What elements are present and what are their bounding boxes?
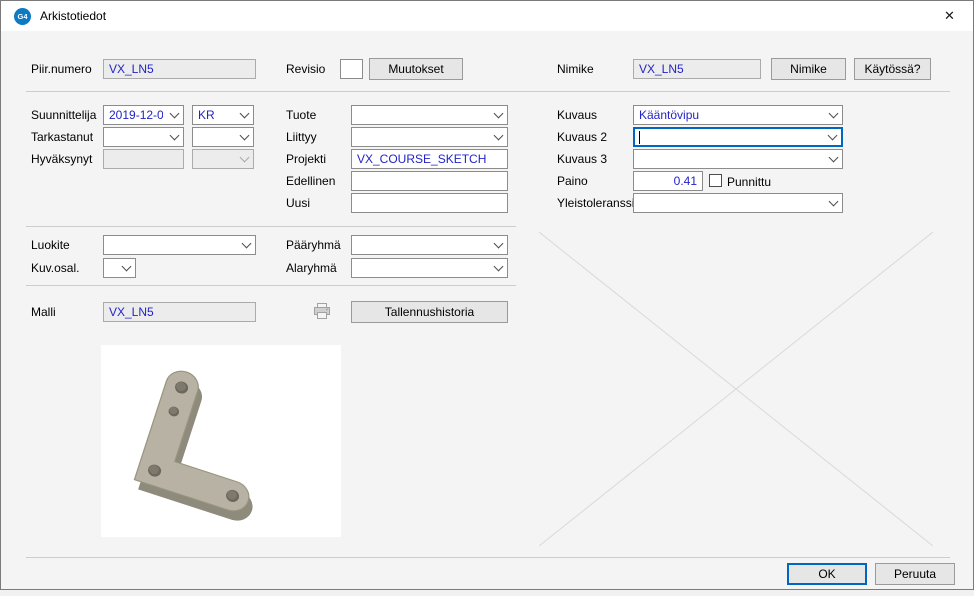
edellinen-label: Edellinen	[286, 174, 335, 188]
muutokset-button[interactable]: Muutokset	[369, 58, 463, 80]
kuvaus3-combo[interactable]	[633, 149, 843, 169]
revisio-label: Revisio	[286, 62, 325, 76]
separator	[26, 557, 950, 558]
paino-label: Paino	[557, 174, 588, 188]
ok-button[interactable]: OK	[787, 563, 867, 585]
chevron-down-icon[interactable]	[165, 106, 183, 124]
nimike-value: VX_LN5	[639, 62, 684, 76]
piir-numero-field[interactable]: VX_LN5	[103, 59, 256, 79]
suunnittelija-label: Suunnittelija	[31, 108, 96, 122]
yleistoleranssi-combo[interactable]	[633, 193, 843, 213]
preview-placeholder	[539, 232, 933, 546]
edellinen-field[interactable]	[351, 171, 508, 191]
archive-info-dialog: G4 Arkistotiedot ✕ Piir.numero VX_LN5 Re…	[0, 0, 974, 590]
paino-value: 0.41	[674, 174, 697, 188]
tarkastanut-initials-combo[interactable]	[192, 127, 254, 147]
tallennushistoria-button[interactable]: Tallennushistoria	[351, 301, 508, 323]
preview-cross-icon	[539, 232, 933, 546]
malli-value: VX_LN5	[109, 305, 154, 319]
hyvaksynyt-initials-combo[interactable]	[192, 149, 254, 169]
tarkastanut-label: Tarkastanut	[31, 130, 93, 144]
suunnittelija-date-value: 2019-12-02	[109, 108, 163, 122]
uusi-field[interactable]	[351, 193, 508, 213]
separator	[26, 226, 516, 227]
kuvaus3-label: Kuvaus 3	[557, 152, 607, 166]
tuote-label: Tuote	[286, 108, 316, 122]
alaryhma-label: Alaryhmä	[286, 261, 337, 275]
title-bar: G4 Arkistotiedot	[1, 1, 973, 31]
kuvaus-label: Kuvaus	[557, 108, 597, 122]
piir-numero-label: Piir.numero	[31, 62, 92, 76]
paaryhma-combo[interactable]	[351, 235, 508, 255]
punnittu-checkbox[interactable]	[709, 174, 722, 187]
chevron-down-icon[interactable]	[489, 106, 507, 124]
chevron-down-icon[interactable]	[165, 128, 183, 146]
chevron-down-icon[interactable]	[235, 128, 253, 146]
separator	[26, 285, 516, 286]
kuv-osal-combo[interactable]	[103, 258, 136, 278]
liittyy-combo[interactable]	[351, 127, 508, 147]
kuvaus-combo[interactable]: Kääntövipu	[633, 105, 843, 125]
printer-icon[interactable]	[313, 303, 331, 319]
kuvaus2-label: Kuvaus 2	[557, 130, 607, 144]
paino-field[interactable]: 0.41	[633, 171, 703, 191]
chevron-down-icon[interactable]	[824, 150, 842, 168]
separator	[26, 91, 950, 92]
chevron-down-icon[interactable]	[235, 150, 253, 168]
chevron-down-icon[interactable]	[824, 194, 842, 212]
tarkastanut-date-combo[interactable]	[103, 127, 184, 147]
chevron-down-icon[interactable]	[489, 236, 507, 254]
alaryhma-combo[interactable]	[351, 258, 508, 278]
revisio-field[interactable]	[340, 59, 363, 79]
kuvaus2-combo[interactable]	[633, 127, 843, 147]
kuv-osal-label: Kuv.osal.	[31, 261, 79, 275]
hyvaksynyt-label: Hyväksynyt	[31, 152, 92, 166]
projekti-label: Projekti	[286, 152, 326, 166]
uusi-label: Uusi	[286, 196, 310, 210]
kaytossa-button[interactable]: Käytössä?	[854, 58, 931, 80]
piir-numero-value: VX_LN5	[109, 62, 154, 76]
app-icon: G4	[14, 8, 31, 25]
luokite-combo[interactable]	[103, 235, 256, 255]
hyvaksynyt-date-field[interactable]	[103, 149, 184, 169]
chevron-down-icon[interactable]	[237, 236, 255, 254]
kuvaus-value: Kääntövipu	[639, 108, 699, 122]
nimike-field[interactable]: VX_LN5	[633, 59, 761, 79]
chevron-down-icon[interactable]	[489, 128, 507, 146]
chevron-down-icon[interactable]	[235, 106, 253, 124]
punnittu-label: Punnittu	[727, 175, 771, 189]
malli-label: Malli	[31, 305, 56, 319]
suunnittelija-initials-combo[interactable]: KR	[192, 105, 254, 125]
cancel-button[interactable]: Peruuta	[875, 563, 955, 585]
paaryhma-label: Pääryhmä	[286, 238, 341, 252]
projekti-field[interactable]: VX_COURSE_SKETCH	[351, 149, 508, 169]
liittyy-label: Liittyy	[286, 130, 317, 144]
part-preview-image	[101, 345, 341, 537]
chevron-down-icon[interactable]	[117, 259, 135, 277]
projekti-value: VX_COURSE_SKETCH	[357, 152, 486, 166]
nimike-button[interactable]: Nimike	[771, 58, 846, 80]
suunnittelija-date-combo[interactable]: 2019-12-02	[103, 105, 184, 125]
suunnittelija-initials-value: KR	[198, 108, 215, 122]
chevron-down-icon[interactable]	[823, 129, 841, 145]
nimike-label: Nimike	[557, 62, 594, 76]
close-icon[interactable]: ✕	[927, 2, 972, 30]
chevron-down-icon[interactable]	[489, 259, 507, 277]
text-caret	[639, 131, 640, 144]
luokite-label: Luokite	[31, 238, 70, 252]
window-title: Arkistotiedot	[40, 9, 106, 23]
malli-field[interactable]: VX_LN5	[103, 302, 256, 322]
tuote-combo[interactable]	[351, 105, 508, 125]
yleistoleranssi-label: Yleistoleranssi	[557, 196, 634, 210]
chevron-down-icon[interactable]	[824, 106, 842, 124]
